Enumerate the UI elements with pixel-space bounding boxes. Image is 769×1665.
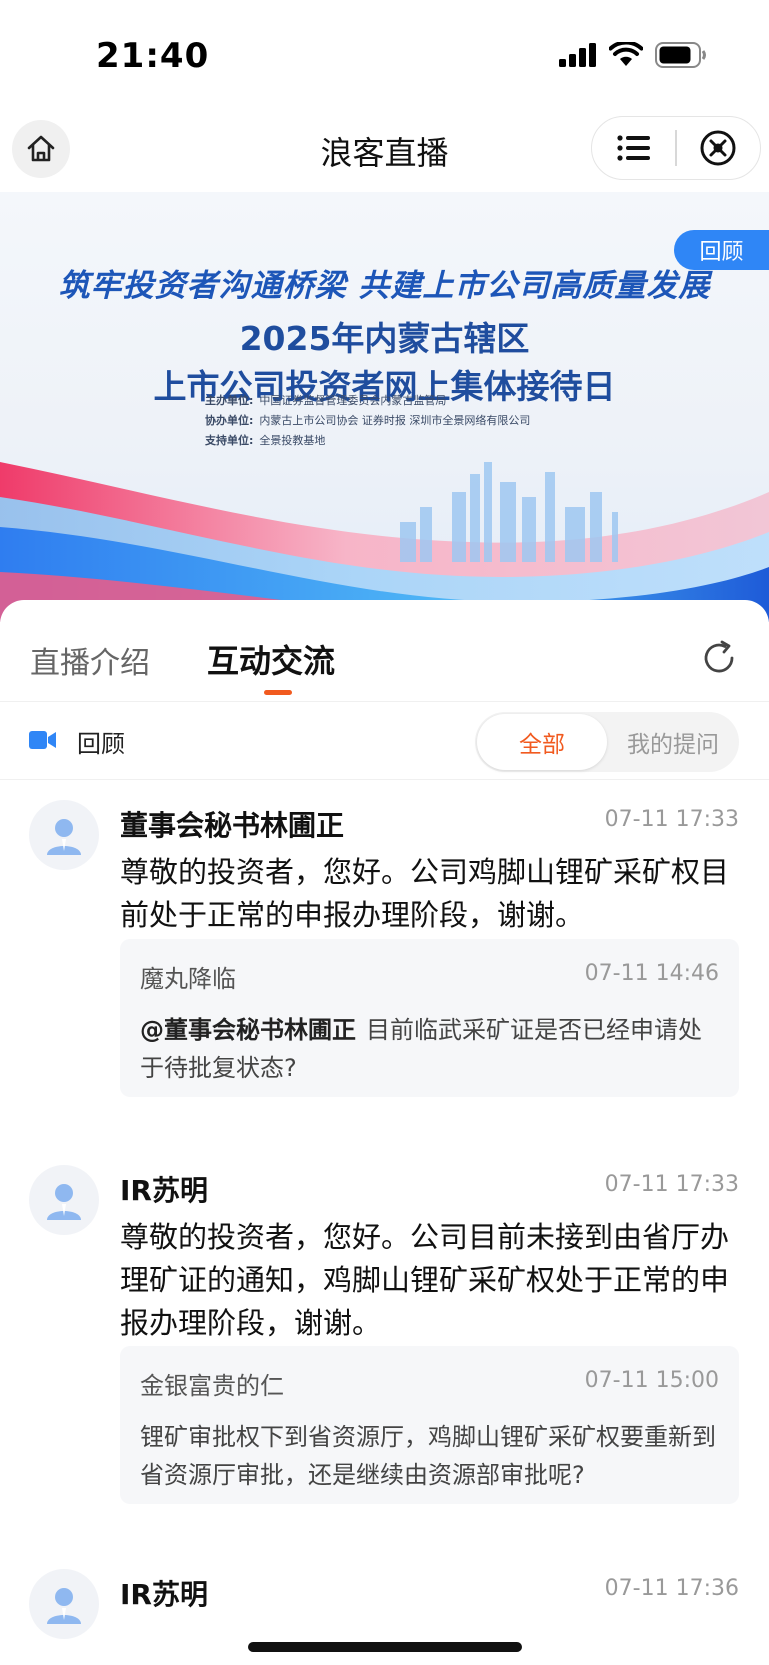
replay-badge[interactable]: 回顾 [674, 230, 769, 270]
home-indicator [248, 1642, 522, 1652]
user-avatar-icon [47, 1588, 81, 1624]
question-author: 金银富贵的仁 [140, 1372, 284, 1400]
answer-author: IR苏明 [120, 1174, 208, 1207]
tab-bar: 直播介绍 互动交流 [0, 600, 769, 702]
signal-icon [559, 43, 596, 67]
filter-row: 回顾 全部 我的提问 [0, 702, 769, 780]
supporter-value: 全景投教基地 [259, 434, 326, 447]
event-banner: 筑牢投资者沟通桥梁 共建上市公司高质量发展 2025年内蒙古辖区 上市公司投资者… [0, 192, 769, 622]
co-organizer-value: 内蒙古上市公司协会 证券时报 深圳市全景网络有限公司 [259, 414, 531, 427]
replay-label: 回顾 [77, 730, 125, 758]
filter-my-questions-button[interactable]: 我的提问 [607, 712, 739, 772]
answer-time: 07-11 17:33 [604, 1172, 739, 1197]
status-time: 21:40 [96, 36, 210, 76]
question-mention[interactable]: @董事会秘书林圃正 [140, 1016, 356, 1044]
battery-icon [655, 42, 706, 68]
menu-icon [617, 135, 650, 161]
user-avatar-icon [47, 819, 81, 855]
content-sheet: 直播介绍 互动交流 回顾 全部 我的提问 董事会秘书林圃正 07-11 17:3… [0, 600, 769, 1665]
answer-time: 07-11 17:33 [604, 807, 739, 832]
avatar [29, 1165, 99, 1235]
menu-button[interactable] [592, 117, 675, 179]
question-author: 魔丸降临 [140, 965, 236, 993]
qa-feed: 董事会秘书林圃正 07-11 17:33 尊敬的投资者，您好。公司鸡脚山锂矿采矿… [0, 781, 769, 1665]
close-circle-icon [700, 130, 736, 166]
filter-all-button[interactable]: 全部 [477, 714, 607, 770]
question-quote: 魔丸降临 07-11 14:46 @董事会秘书林圃正 目前临武采矿证是否已经申请处… [120, 939, 739, 1097]
nav-bar: 浪客直播 [0, 108, 769, 192]
active-tab-indicator [264, 690, 292, 695]
answer-time: 07-11 17:36 [604, 1576, 739, 1601]
status-icons [559, 42, 707, 68]
tab-live-intro[interactable]: 直播介绍 [30, 638, 150, 682]
close-button[interactable] [677, 117, 760, 179]
answer-author: IR苏明 [120, 1578, 208, 1611]
banner-supporter: 支持单位: 全景投教基地 [205, 432, 325, 448]
qa-item: IR苏明 07-11 17:33 尊敬的投资者，您好。公司目前未接到由省厅办理矿… [0, 1146, 769, 1550]
question-quote: 金银富贵的仁 07-11 15:00 锂矿审批权下到省资源厅，鸡脚山锂矿采矿权要… [120, 1346, 739, 1504]
banner-organizer: 主办单位: 中国证券监督管理委员会内蒙古监管局 [205, 392, 446, 408]
qa-item: 董事会秘书林圃正 07-11 17:33 尊敬的投资者，您好。公司鸡脚山锂矿采矿… [0, 781, 769, 1146]
organizer-value: 中国证券监督管理委员会内蒙古监管局 [259, 394, 447, 407]
banner-co-organizer: 协办单位: 内蒙古上市公司协会 证券时报 深圳市全景网络有限公司 [205, 412, 530, 428]
question-time: 07-11 14:46 [584, 961, 719, 986]
question-text: 锂矿审批权下到省资源厅，鸡脚山锂矿采矿权要重新到省资源厅审批，还是继续由资源部审… [140, 1423, 716, 1489]
answer-author: 董事会秘书林圃正 [120, 809, 345, 842]
banner-title-line1: 2025年内蒙古辖区 [239, 319, 530, 358]
question-filter-segment: 全部 我的提问 [475, 712, 739, 772]
wifi-icon [609, 42, 643, 66]
banner-slogan: 筑牢投资者沟通桥梁 共建上市公司高质量发展 [58, 268, 711, 304]
user-avatar-icon [47, 1184, 81, 1220]
avatar [29, 1569, 99, 1639]
answer-text: 尊敬的投资者，您好。公司鸡脚山锂矿采矿权目前处于正常的申报办理阶段，谢谢。 [120, 855, 730, 932]
status-bar: 21:40 [0, 0, 769, 108]
mini-program-capsule [591, 116, 761, 180]
question-text: @董事会秘书林圃正 目前临武采矿证是否已经申请处于待批复状态? [140, 1011, 720, 1087]
organizer-label: 主办单位: [205, 394, 254, 407]
answer-text: 尊敬的投资者，您好。公司目前未接到由省厅办理矿证的通知，鸡脚山锂矿采矿权处于正常… [120, 1220, 730, 1340]
video-camera-icon [29, 731, 56, 749]
co-organizer-label: 协办单位: [205, 414, 254, 427]
question-time: 07-11 15:00 [584, 1368, 719, 1393]
refresh-icon[interactable] [699, 638, 739, 678]
supporter-label: 支持单位: [205, 434, 254, 447]
avatar [29, 800, 99, 870]
tab-interaction[interactable]: 互动交流 [207, 636, 335, 682]
